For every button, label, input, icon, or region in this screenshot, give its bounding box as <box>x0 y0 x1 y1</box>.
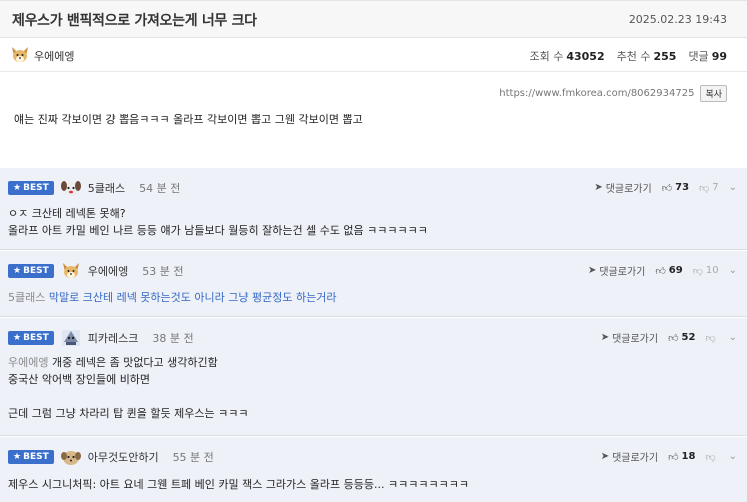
star-icon: ★ <box>13 452 22 462</box>
post-date: 2025.02.23 19:43 <box>628 13 727 26</box>
post-body: 얘는 진짜 각보이면 걍 뽑음ㅋㅋㅋ 올라프 각보이면 뽑고 그웬 각보이면 뽑… <box>14 113 363 126</box>
author-row: 우에에엥 조회 수 43052 추천 수 255 댓글 99 <box>0 38 747 72</box>
fox-avatar-icon[interactable] <box>10 45 30 65</box>
author-name[interactable]: 우에에엥 <box>34 48 74 64</box>
downvote-button[interactable]: 👎︎ 10 <box>693 265 719 277</box>
send-icon: ➤ <box>600 451 610 462</box>
best-badge: ★ BEST <box>8 331 54 345</box>
mention[interactable]: 우에에엥 <box>8 356 48 369</box>
upvote-button[interactable]: 👍︎ 18 <box>668 451 695 463</box>
comment-author[interactable]: 아무것도안하기 <box>88 449 159 465</box>
comment-header: ★ BEST 우에에엥 53 분 전 <box>8 261 183 281</box>
send-icon: ➤ <box>594 182 603 193</box>
thumbs-up-icon: 👍︎ <box>661 182 673 194</box>
comment-item: ★ BEST 우에에엥 53 분 전 ➤ 댓글로가기 👍︎ 69 👎︎ 10 ⌄ 5클래… <box>0 251 747 317</box>
comment-body: 5클래스 막말로 크산테 레넥 못하는것도 아니라 그냥 평균정도 하는거라 <box>8 291 337 304</box>
comment-header: ★ BEST 5클래스 54 분 전 <box>8 178 180 198</box>
thumbs-up-icon: 👍︎ <box>655 265 666 277</box>
copy-url-button[interactable]: 복사 <box>700 85 727 102</box>
comment-body: 우에에엥 개중 레넥은 좀 맛없다고 생각하긴함 중국산 악어백 장인들에 비하… <box>8 356 249 420</box>
downvote-button[interactable]: 👎︎ <box>705 332 718 344</box>
more-options-icon[interactable]: ⌄ <box>729 265 737 276</box>
comment-header: ★ BEST 아무것도안하기 55 분 전 <box>8 447 214 467</box>
comment-actions: ➤ 댓글로가기 👍︎ 18 👎︎ ⌄ <box>601 449 737 464</box>
best-badge: ★ BEST <box>8 181 54 195</box>
url-row: https://www.fmkorea.com/8062934725 복사 <box>499 85 727 102</box>
character-avatar-icon[interactable] <box>60 328 82 348</box>
post-title: 제우스가 밴픽적으로 가져오는게 너무 크다 <box>12 13 257 29</box>
comment-actions: ➤ 댓글로가기 👍︎ 69 👎︎ 10 ⌄ <box>588 263 737 278</box>
dog-avatar-icon[interactable] <box>60 178 82 198</box>
best-badge: ★ BEST <box>8 264 54 278</box>
thumbs-down-icon: 👎︎ <box>692 265 703 277</box>
thumbs-down-icon: 👎︎ <box>699 182 710 194</box>
likes-stat: 추천 수 255 <box>616 50 677 63</box>
more-options-icon[interactable]: ⌄ <box>729 332 737 343</box>
comment-item: ★ BEST 피카레스크 38 분 전 ➤ 댓글로가기 👍︎ 52 👎︎ ⌄ 우에에엥… <box>0 318 747 436</box>
comment-author[interactable]: 5클래스 <box>88 180 125 196</box>
comment-actions: ➤ 댓글로가기 👍︎ 73 👎︎ 7 ⌄ <box>594 180 737 195</box>
star-icon: ★ <box>13 333 22 343</box>
thumbs-up-icon: 👍︎ <box>668 332 679 344</box>
best-badge: ★ BEST <box>8 450 54 464</box>
post-stats: 조회 수 43052 추천 수 255 댓글 99 <box>529 48 727 64</box>
comment-body: ㅇㅈ 크산테 레넥톤 못해? 올라프 아트 카밀 베인 나르 등등 얘가 남들보… <box>8 207 428 237</box>
mention[interactable]: 5클래스 <box>8 291 45 304</box>
comment-item: ★ BEST 아무것도안하기 55 분 전 ➤ 댓글로가기 👍︎ 18 👎︎ ⌄ 제우… <box>0 437 747 502</box>
upvote-button[interactable]: 👍︎ 52 <box>668 332 695 344</box>
more-options-icon[interactable]: ⌄ <box>729 451 737 462</box>
star-icon: ★ <box>13 183 22 193</box>
thumbs-up-icon: 👍︎ <box>668 451 679 463</box>
fox-avatar-icon[interactable] <box>60 261 82 281</box>
upvote-button[interactable]: 👍︎ 73 <box>662 182 689 194</box>
comment-time: 55 분 전 <box>172 451 214 464</box>
downvote-button[interactable]: 👎︎ 7 <box>699 182 719 194</box>
thumbs-down-icon: 👎︎ <box>705 332 716 344</box>
thumbs-down-icon: 👎︎ <box>705 451 716 463</box>
downvote-button[interactable]: 👎︎ <box>705 451 718 463</box>
reply-link[interactable]: ➤ 댓글로가기 <box>594 180 651 195</box>
comment-header: ★ BEST 피카레스크 38 분 전 <box>8 328 194 348</box>
comments-stat: 댓글 99 <box>688 50 727 63</box>
comment-time: 53 분 전 <box>142 265 184 278</box>
more-options-icon[interactable]: ⌄ <box>729 182 737 193</box>
send-icon: ➤ <box>600 332 610 343</box>
comment-time: 54 분 전 <box>139 182 181 195</box>
views-stat: 조회 수 43052 <box>529 50 605 63</box>
star-icon: ★ <box>13 266 22 276</box>
send-icon: ➤ <box>587 265 597 276</box>
comment-item: ★ BEST 5클래스 54 분 전 ➤ 댓글로가기 👍︎ 73 👎︎ 7 ⌄ ㅇㅈ 크… <box>0 168 747 250</box>
reply-link[interactable]: ➤ 댓글로가기 <box>601 449 658 464</box>
upvote-button[interactable]: 👍︎ 69 <box>655 265 682 277</box>
comment-actions: ➤ 댓글로가기 👍︎ 52 👎︎ ⌄ <box>601 330 737 345</box>
comment-author[interactable]: 우에에엥 <box>88 263 128 279</box>
puppy-avatar-icon[interactable] <box>60 447 82 467</box>
post-url[interactable]: https://www.fmkorea.com/8062934725 <box>499 88 694 99</box>
comment-time: 38 분 전 <box>152 332 194 345</box>
comment-author[interactable]: 피카레스크 <box>88 330 139 346</box>
post-header: 제우스가 밴픽적으로 가져오는게 너무 크다 2025.02.23 19:43 <box>0 0 747 38</box>
reply-link[interactable]: ➤ 댓글로가기 <box>601 330 658 345</box>
reply-link[interactable]: ➤ 댓글로가기 <box>588 263 645 278</box>
comment-body: 제우스 시그니처픽: 아트 요네 그웬 트페 베인 카밀 잭스 그라가스 올라프… <box>8 478 469 491</box>
